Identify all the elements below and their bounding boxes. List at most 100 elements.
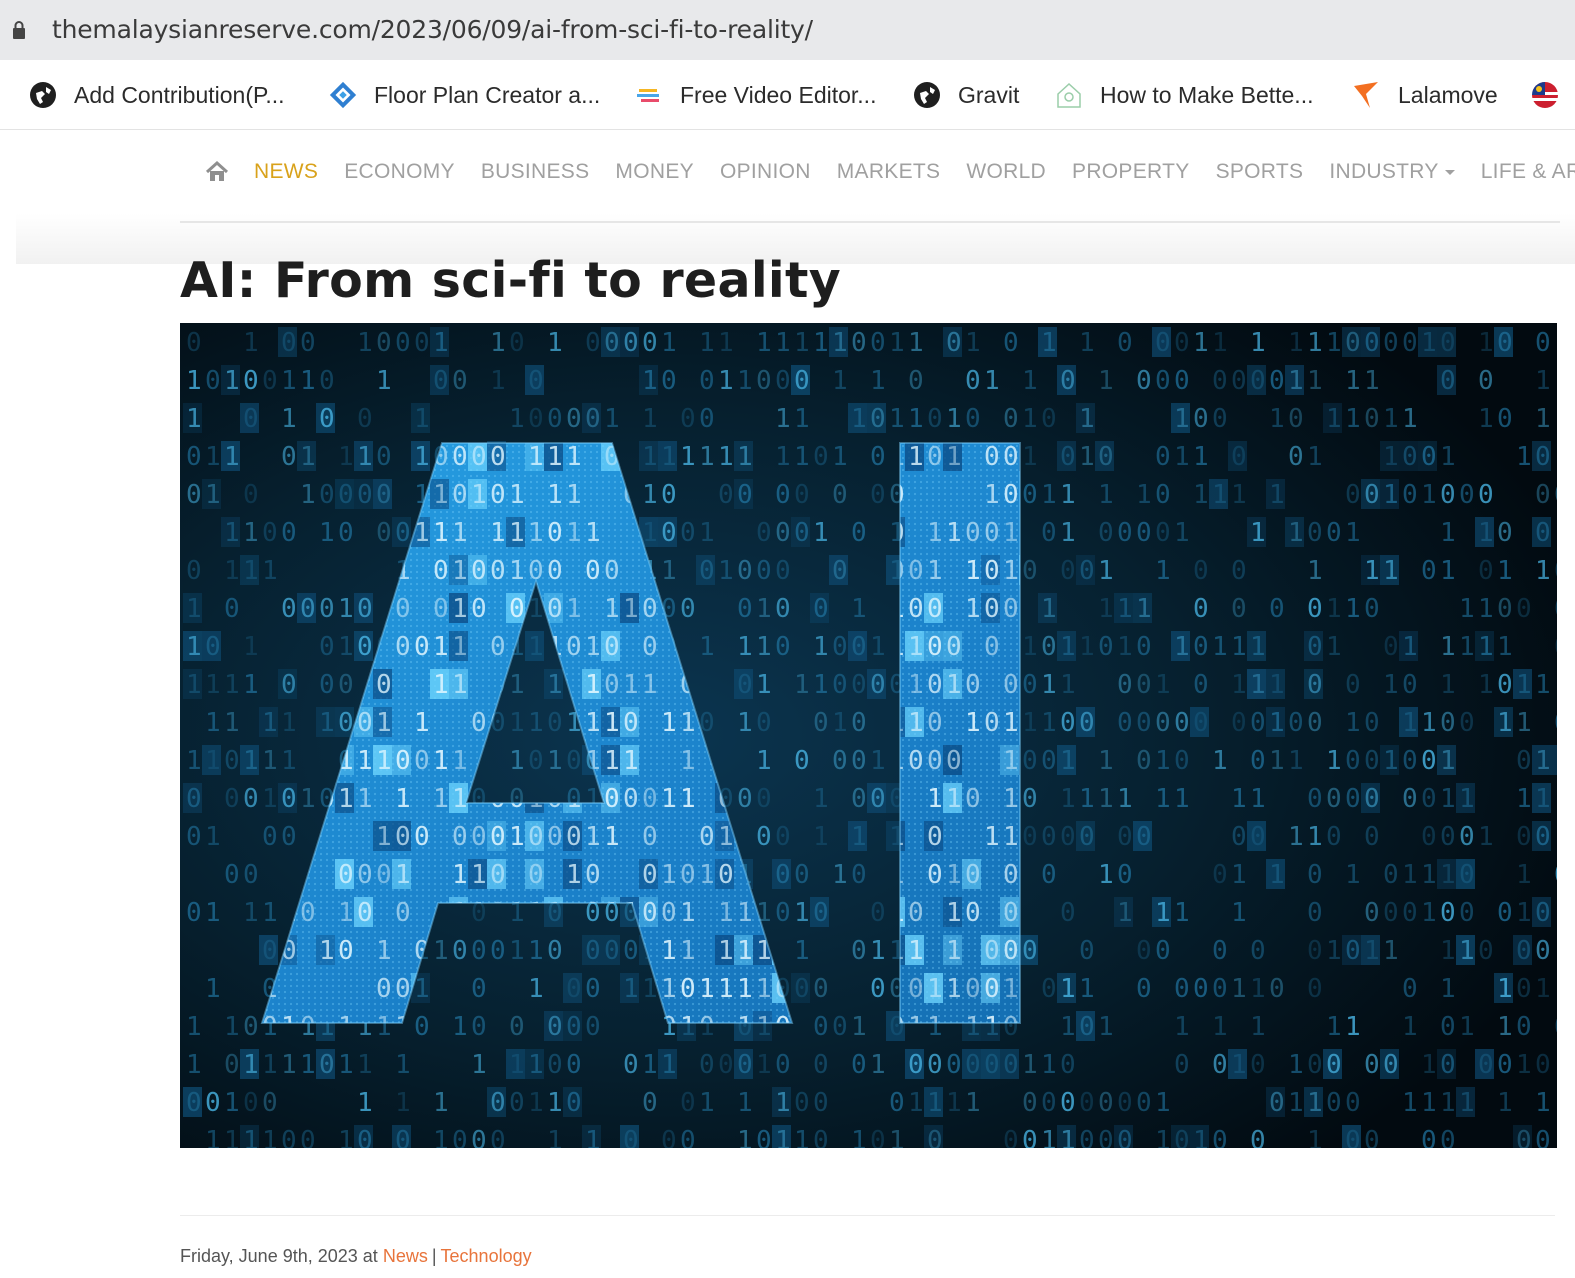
svg-text:0: 0 [547, 1012, 563, 1042]
nav-industry[interactable]: INDUSTRY [1329, 160, 1455, 184]
nav-money[interactable]: MONEY [615, 160, 694, 184]
svg-text:0: 0 [1174, 1050, 1190, 1080]
svg-text:0: 0 [566, 1088, 582, 1118]
svg-text:0: 0 [1136, 936, 1152, 966]
svg-text:0: 0 [889, 1088, 905, 1118]
bookmark-floor-plan[interactable]: Floor Plan Creator a... [328, 77, 600, 113]
svg-text:1: 1 [319, 936, 335, 966]
svg-text:1: 1 [1345, 518, 1361, 548]
svg-text:0: 0 [1440, 1050, 1456, 1080]
bookmark-video-editor[interactable]: Free Video Editor... [634, 77, 876, 113]
url-text[interactable]: themalaysianreserve.com/2023/06/09/ai-fr… [52, 15, 813, 44]
svg-text:1: 1 [452, 670, 468, 700]
bookmark-how-to-make[interactable]: How to Make Bette... [1054, 77, 1313, 113]
svg-text:0: 0 [319, 594, 335, 624]
svg-text:1: 1 [1440, 556, 1456, 586]
nav-news[interactable]: NEWS [254, 160, 318, 184]
nav-world[interactable]: WORLD [966, 160, 1046, 184]
bookmark-lalamove[interactable]: Lalamove [1352, 77, 1498, 113]
home-icon[interactable] [204, 159, 230, 185]
svg-text:1: 1 [1155, 784, 1171, 814]
svg-text:0: 0 [680, 974, 696, 1004]
svg-text:0: 0 [1003, 328, 1019, 358]
svg-text:1: 1 [319, 518, 335, 548]
svg-text:1: 1 [528, 974, 544, 1004]
nav-markets[interactable]: MARKETS [837, 160, 941, 184]
svg-text:1: 1 [1421, 860, 1437, 890]
svg-text:0: 0 [1516, 936, 1532, 966]
svg-text:0: 0 [642, 594, 658, 624]
globe-icon [28, 80, 58, 110]
svg-text:1: 1 [680, 708, 696, 738]
svg-text:1: 1 [1459, 1088, 1475, 1118]
svg-text:0: 0 [1497, 404, 1513, 434]
svg-text:0: 0 [452, 442, 468, 472]
nav-opinion[interactable]: OPINION [720, 160, 811, 184]
svg-text:0: 0 [965, 784, 981, 814]
svg-text:0: 0 [452, 822, 468, 852]
bookmark-flag[interactable] [1530, 77, 1575, 113]
svg-text:1: 1 [908, 936, 924, 966]
svg-text:0: 0 [338, 480, 354, 510]
nav-sports[interactable]: SPORTS [1216, 160, 1304, 184]
svg-text:0: 0 [756, 366, 772, 396]
svg-text:0: 0 [604, 556, 620, 586]
svg-text:0: 0 [1364, 784, 1380, 814]
nav-business[interactable]: BUSINESS [481, 160, 590, 184]
svg-text:0: 0 [1193, 974, 1209, 1004]
svg-text:0: 0 [1440, 366, 1456, 396]
svg-text:0: 0 [1288, 442, 1304, 472]
svg-text:0: 0 [376, 860, 392, 890]
svg-text:1: 1 [1060, 1126, 1076, 1148]
svg-text:0: 0 [737, 784, 753, 814]
lock-icon [13, 21, 25, 39]
svg-text:1: 1 [433, 784, 449, 814]
article-at: at [362, 1246, 378, 1266]
svg-text:1: 1 [528, 708, 544, 738]
svg-text:1: 1 [376, 366, 392, 396]
nav-property[interactable]: PROPERTY [1072, 160, 1190, 184]
svg-text:1: 1 [908, 708, 924, 738]
svg-text:1: 1 [1440, 746, 1456, 776]
svg-text:0: 0 [1421, 1126, 1437, 1148]
svg-text:1: 1 [566, 480, 582, 510]
svg-text:0: 0 [243, 1012, 259, 1042]
category-news-link[interactable]: News [383, 1246, 428, 1266]
svg-text:1: 1 [1288, 518, 1304, 548]
svg-text:1: 1 [1421, 1050, 1437, 1080]
svg-text:1: 1 [1554, 518, 1557, 548]
svg-text:1: 1 [376, 936, 392, 966]
svg-text:0: 0 [1250, 1126, 1266, 1148]
svg-text:0: 0 [984, 594, 1000, 624]
svg-text:1: 1 [775, 404, 791, 434]
svg-text:0: 0 [186, 898, 202, 928]
svg-text:0: 0 [1231, 556, 1247, 586]
svg-text:1: 1 [1079, 974, 1095, 1004]
svg-text:0: 0 [1155, 518, 1171, 548]
category-technology-link[interactable]: Technology [441, 1246, 532, 1266]
bookmark-add-contribution[interactable]: Add Contribution(P... [28, 77, 285, 113]
svg-text:1: 1 [718, 556, 734, 586]
svg-text:1: 1 [1193, 480, 1209, 510]
video-editor-icon [634, 80, 664, 110]
svg-text:0: 0 [775, 822, 791, 852]
svg-text:0: 0 [1117, 860, 1133, 890]
svg-text:0: 0 [1364, 1126, 1380, 1148]
svg-text:1: 1 [1478, 518, 1494, 548]
address-bar[interactable]: themalaysianreserve.com/2023/06/09/ai-fr… [0, 0, 1575, 60]
svg-text:0: 0 [1535, 1126, 1551, 1148]
svg-text:1: 1 [414, 708, 430, 738]
svg-text:1: 1 [376, 822, 392, 852]
nav-economy[interactable]: ECONOMY [344, 160, 455, 184]
nav-life-arts[interactable]: LIFE & ARTS [1481, 160, 1575, 184]
svg-text:0: 0 [927, 708, 943, 738]
svg-text:0: 0 [1478, 556, 1494, 586]
svg-text:0: 0 [1022, 784, 1038, 814]
svg-text:0: 0 [1022, 556, 1038, 586]
svg-text:0: 0 [1193, 670, 1209, 700]
svg-text:0: 0 [1212, 936, 1228, 966]
svg-text:1: 1 [338, 784, 354, 814]
bookmark-gravit[interactable]: Gravit [912, 77, 1019, 113]
svg-text:1: 1 [528, 518, 544, 548]
svg-text:1: 1 [1231, 480, 1247, 510]
